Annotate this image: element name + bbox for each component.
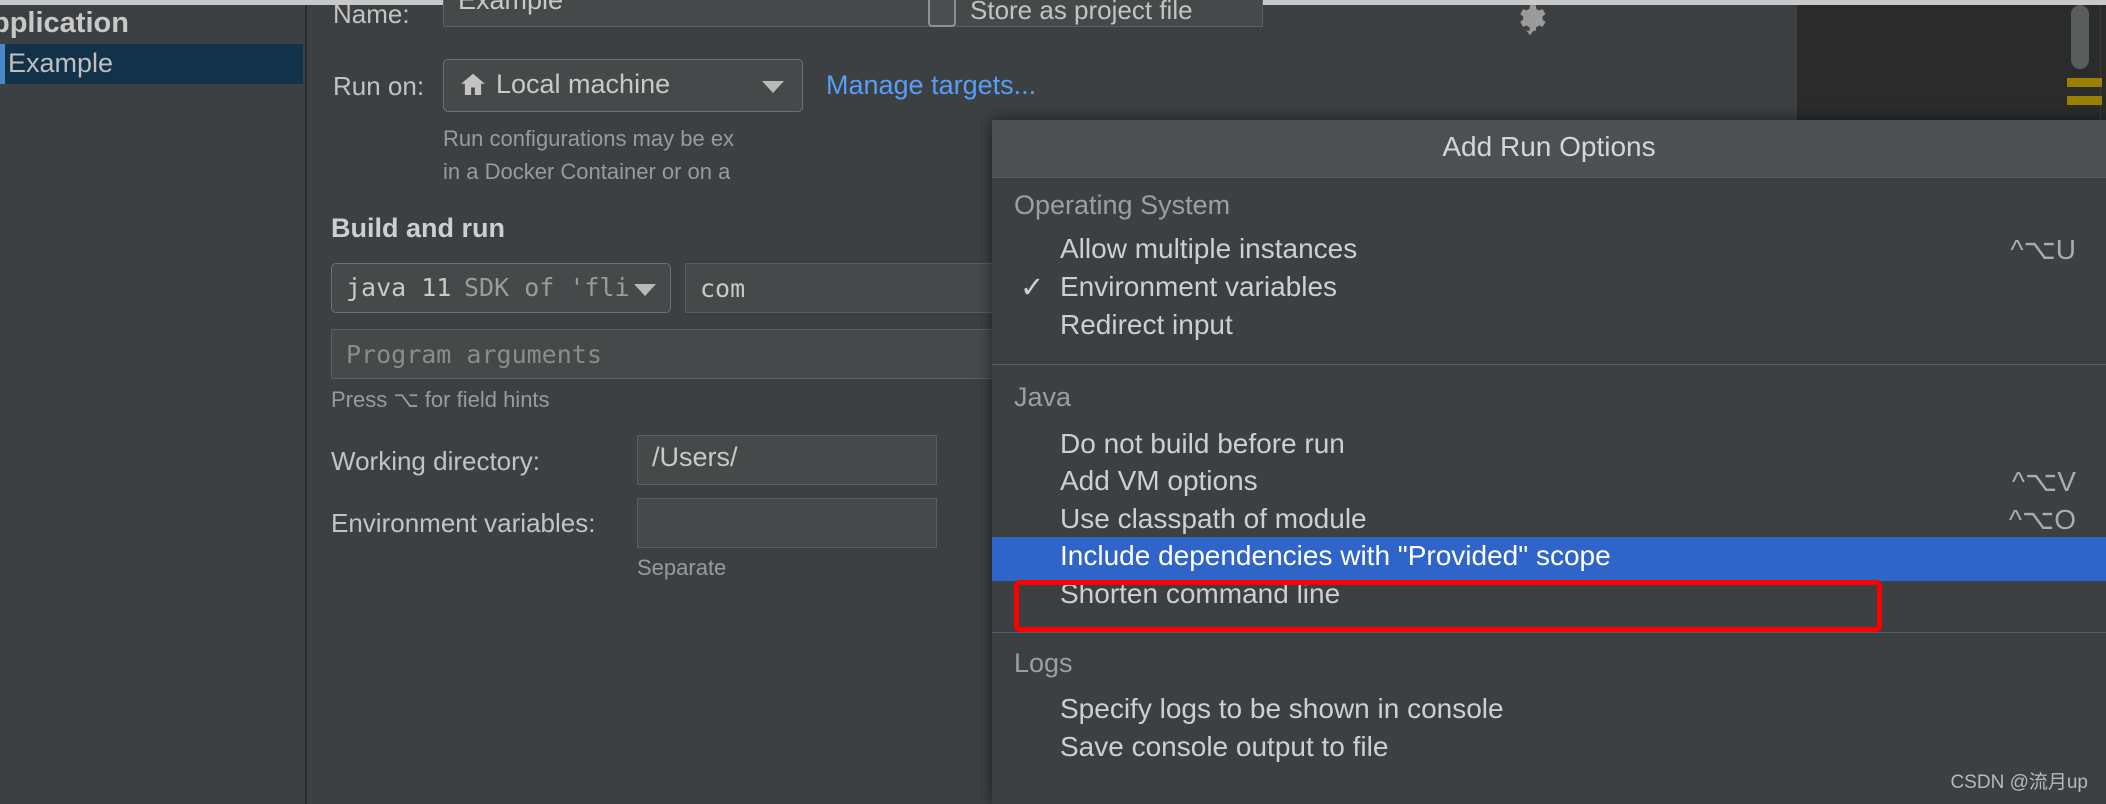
- menu-item-label: Shorten command line: [1060, 578, 1341, 609]
- jdk-combo-value: java 11: [346, 273, 452, 302]
- run-on-description-line-2: in a Docker Container or on a: [443, 159, 731, 184]
- environment-variables-hint: Separate: [637, 555, 727, 580]
- store-as-project-file-checkbox[interactable]: [928, 0, 956, 27]
- program-arguments-placeholder: Program arguments: [346, 340, 602, 369]
- run-on-combo[interactable]: Local machine: [443, 59, 803, 112]
- menu-item-redirect-input[interactable]: Redirect input: [992, 306, 2106, 350]
- jdk-combo[interactable]: java 11 SDK of 'fli: [331, 263, 671, 313]
- tree-item-selection-bar: [0, 44, 5, 84]
- run-on-value: Local machine: [496, 69, 671, 99]
- jdk-combo-value-dim: SDK of 'fli: [464, 273, 630, 302]
- build-and-run-section-title: Build and run: [331, 213, 505, 243]
- menu-item-shorten-command-line[interactable]: Shorten command line: [992, 575, 2106, 619]
- chevron-down-icon[interactable]: [634, 284, 656, 296]
- menu-item-shortcut: ^⌥U: [2010, 234, 2076, 265]
- menu-title-label: Add Run Options: [1442, 131, 1656, 162]
- menu-item-label: Save console output to file: [1060, 731, 1389, 762]
- menu-item-label: Do not build before run: [1060, 428, 1345, 459]
- run-configurations-tree-pane: pplication Example: [0, 5, 307, 804]
- name-input-value: Example: [458, 0, 564, 15]
- working-directory-value: /Users/: [652, 442, 738, 472]
- menu-separator-1: [992, 364, 2106, 365]
- menu-item-label: Specify logs to be shown in console: [1060, 693, 1504, 724]
- menu-item-label: Add VM options: [1060, 465, 1258, 496]
- menu-item-label: Allow multiple instances: [1060, 233, 1358, 264]
- working-directory-label: Working directory:: [331, 446, 541, 476]
- tree-group-application-label: pplication: [0, 7, 129, 39]
- menu-item-label: Environment variables: [1060, 271, 1338, 302]
- run-on-description-line-1: Run configurations may be ex: [443, 126, 735, 151]
- editor-marker-2: [2067, 96, 2102, 105]
- menu-item-shortcut: ^⌥O: [2008, 504, 2076, 535]
- menu-item-label: Use classpath of module: [1060, 503, 1367, 534]
- menu-item-save-console-output-to-file[interactable]: Save console output to file: [992, 728, 2106, 772]
- store-as-project-file-label: Store as project file: [970, 0, 1193, 25]
- main-class-value: com: [700, 274, 746, 303]
- menu-item-label: Include dependencies with "Provided" sco…: [1060, 540, 1611, 571]
- working-directory-input[interactable]: /Users/: [637, 435, 937, 485]
- program-arguments-input[interactable]: Program arguments: [331, 329, 1031, 379]
- tree-item-example-label: Example: [8, 48, 114, 78]
- menu-item-label: Redirect input: [1060, 309, 1233, 340]
- menu-separator-2: [992, 632, 2106, 633]
- home-icon: [458, 70, 488, 105]
- add-run-options-menu: Add Run Options Operating System Allow m…: [992, 120, 2106, 804]
- menu-group-logs: Logs: [1014, 648, 1073, 678]
- environment-variables-label: Environment variables:: [331, 508, 596, 538]
- environment-variables-input[interactable]: [637, 498, 937, 548]
- screenshot-root: pplication Example Name: Example Store a…: [0, 0, 2106, 804]
- watermark: CSDN @流月up: [1950, 772, 2088, 793]
- run-on-label: Run on:: [333, 71, 425, 101]
- menu-group-java: Java: [1014, 382, 1072, 412]
- editor-marker-1: [2067, 78, 2102, 87]
- gear-icon[interactable]: [1512, 0, 1548, 41]
- check-icon: ✓: [1020, 272, 1045, 304]
- field-hints-text: Press ⌥ for field hints: [331, 387, 550, 412]
- manage-targets-link[interactable]: Manage targets...: [826, 70, 1036, 101]
- menu-title-bar: Add Run Options: [992, 120, 2106, 178]
- menu-item-shortcut: ^⌥V: [2011, 466, 2076, 497]
- chevron-down-icon[interactable]: [762, 81, 784, 93]
- editor-scrollbar-thumb[interactable]: [2071, 5, 2089, 69]
- menu-group-operating-system: Operating System: [1014, 190, 1231, 220]
- tree-item-example[interactable]: Example: [0, 44, 303, 84]
